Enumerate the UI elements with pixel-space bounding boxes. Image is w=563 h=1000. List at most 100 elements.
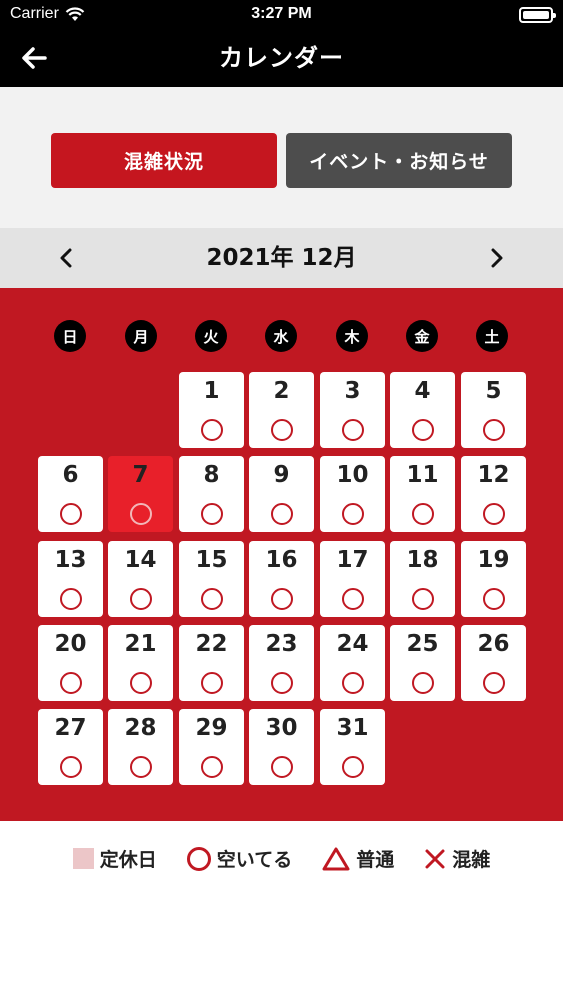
availability-circle-icon xyxy=(483,503,505,525)
availability-circle-icon xyxy=(201,588,223,610)
availability-circle-icon xyxy=(483,419,505,441)
day-number: 11 xyxy=(406,462,439,488)
calendar-day[interactable]: 29 xyxy=(179,709,244,785)
closed-swatch-icon xyxy=(72,848,94,869)
calendar-day[interactable]: 27 xyxy=(38,709,103,785)
calendar-day[interactable]: 8 xyxy=(179,456,244,532)
day-number: 10 xyxy=(336,462,369,488)
calendar-day[interactable]: 14 xyxy=(108,541,173,617)
legend-empty: 空いてる xyxy=(186,845,292,872)
availability-circle-icon xyxy=(412,672,434,694)
day-number: 5 xyxy=(485,378,502,404)
cross-icon xyxy=(425,849,445,868)
calendar-day[interactable]: 26 xyxy=(461,625,526,701)
chevron-left-icon xyxy=(60,248,72,268)
calendar-day[interactable]: 30 xyxy=(249,709,314,785)
calendar-day[interactable]: 4 xyxy=(390,372,455,448)
chevron-right-icon xyxy=(491,248,503,268)
legend-closed-label: 定休日 xyxy=(99,849,157,871)
calendar-day[interactable]: 7 xyxy=(108,456,173,532)
calendar-day[interactable]: 23 xyxy=(249,625,314,701)
calendar-day[interactable]: 12 xyxy=(461,456,526,532)
status-bar: Carrier 3:27 PM xyxy=(0,0,563,30)
calendar-day[interactable]: 10 xyxy=(320,456,385,532)
availability-circle-icon xyxy=(342,503,364,525)
day-number: 28 xyxy=(124,715,157,741)
weekday-label: 月 xyxy=(125,320,157,352)
calendar-day[interactable]: 13 xyxy=(38,541,103,617)
calendar-day[interactable]: 11 xyxy=(390,456,455,532)
calendar-day[interactable]: 22 xyxy=(179,625,244,701)
calendar-day[interactable]: 9 xyxy=(249,456,314,532)
availability-circle-icon xyxy=(130,588,152,610)
legend-normal-label: 普通 xyxy=(356,849,395,871)
day-number: 30 xyxy=(265,715,298,741)
day-number: 14 xyxy=(124,547,157,573)
day-number: 4 xyxy=(414,378,431,404)
weekday-label: 水 xyxy=(265,320,297,352)
day-number: 6 xyxy=(62,462,79,488)
calendar-day[interactable]: 1 xyxy=(179,372,244,448)
calendar-day[interactable]: 25 xyxy=(390,625,455,701)
calendar-day[interactable]: 31 xyxy=(320,709,385,785)
legend-crowded: 混雑 xyxy=(424,845,490,872)
calendar-day[interactable]: 24 xyxy=(320,625,385,701)
day-number: 22 xyxy=(195,631,228,657)
triangle-icon xyxy=(322,847,350,870)
availability-circle-icon xyxy=(201,503,223,525)
availability-circle-icon xyxy=(271,503,293,525)
day-number: 24 xyxy=(336,631,369,657)
availability-circle-icon xyxy=(483,588,505,610)
calendar-day[interactable]: 2 xyxy=(249,372,314,448)
availability-circle-icon xyxy=(130,756,152,778)
segment-control: 混雑状況 イベント・お知らせ xyxy=(0,87,563,228)
availability-circle-icon xyxy=(342,419,364,441)
availability-circle-icon xyxy=(201,672,223,694)
day-number: 13 xyxy=(54,547,87,573)
weekday-label: 土 xyxy=(476,320,508,352)
calendar-day[interactable]: 16 xyxy=(249,541,314,617)
day-number: 18 xyxy=(406,547,439,573)
day-number: 9 xyxy=(273,462,290,488)
day-number: 29 xyxy=(195,715,228,741)
day-number: 3 xyxy=(344,378,361,404)
calendar-day[interactable]: 15 xyxy=(179,541,244,617)
day-number: 26 xyxy=(477,631,510,657)
day-number: 2 xyxy=(273,378,290,404)
calendar-day[interactable]: 5 xyxy=(461,372,526,448)
calendar-day[interactable]: 20 xyxy=(38,625,103,701)
next-month-button[interactable] xyxy=(479,240,515,276)
calendar-day[interactable]: 19 xyxy=(461,541,526,617)
availability-circle-icon xyxy=(130,503,152,525)
day-number: 27 xyxy=(54,715,87,741)
day-number: 8 xyxy=(203,462,220,488)
legend-crowded-label: 混雑 xyxy=(452,849,491,871)
day-number: 21 xyxy=(124,631,157,657)
availability-circle-icon xyxy=(342,672,364,694)
calendar-day[interactable]: 17 xyxy=(320,541,385,617)
availability-circle-icon xyxy=(271,672,293,694)
day-number: 1 xyxy=(203,378,220,404)
calendar-day[interactable]: 6 xyxy=(38,456,103,532)
tab-events-news[interactable]: イベント・お知らせ xyxy=(286,133,512,188)
day-number: 23 xyxy=(265,631,298,657)
day-number: 7 xyxy=(132,462,149,488)
availability-circle-icon xyxy=(412,588,434,610)
availability-circle-icon xyxy=(271,756,293,778)
day-number: 31 xyxy=(336,715,369,741)
calendar-day[interactable]: 18 xyxy=(390,541,455,617)
weekday-label: 日 xyxy=(54,320,86,352)
availability-circle-icon xyxy=(342,756,364,778)
calendar-day[interactable]: 28 xyxy=(108,709,173,785)
legend-normal: 普通 xyxy=(322,845,394,872)
prev-month-button[interactable] xyxy=(48,240,84,276)
calendar-day[interactable]: 21 xyxy=(108,625,173,701)
availability-circle-icon xyxy=(483,672,505,694)
day-number: 17 xyxy=(336,547,369,573)
tab-congestion[interactable]: 混雑状況 xyxy=(51,133,277,188)
availability-circle-icon xyxy=(130,672,152,694)
availability-circle-icon xyxy=(342,588,364,610)
circle-icon xyxy=(186,846,211,871)
calendar-day[interactable]: 3 xyxy=(320,372,385,448)
availability-circle-icon xyxy=(60,672,82,694)
